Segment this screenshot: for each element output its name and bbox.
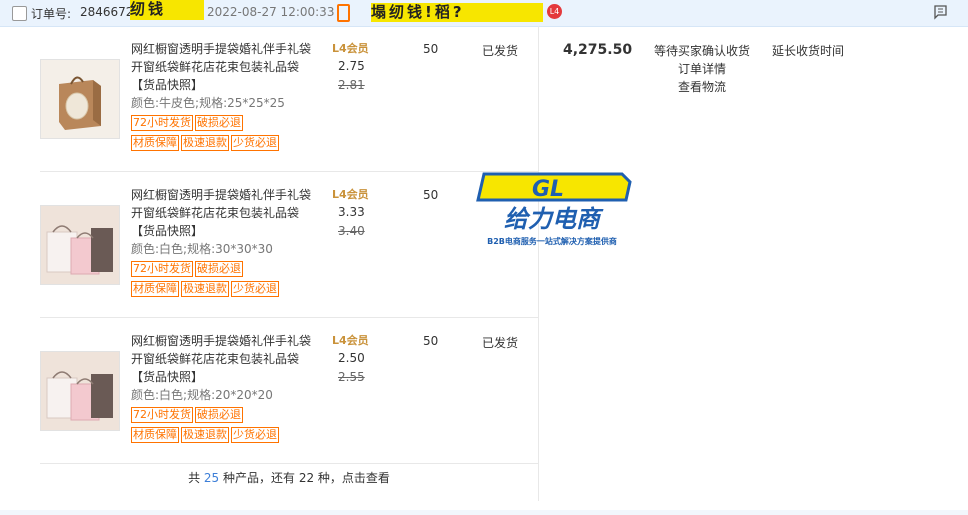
gift-bags-image: [41, 206, 119, 284]
watermark-name: 给力电商: [504, 205, 604, 233]
product-spec: 颜色:白色;规格:30*30*30: [131, 242, 273, 256]
shop-name-masked[interactable]: 塌纫钱!稻?: [371, 3, 543, 22]
service-tags: 72小时发货 破损必退 材质保障 极速退款 少货必退: [131, 115, 331, 155]
order-status-column: 等待买家确认收货 订单详情 查看物流: [650, 42, 754, 96]
product-thumbnail[interactable]: [40, 351, 120, 431]
product-list: 网红橱窗透明手提袋婚礼伴手礼袋开窗纸袋鲜花店花束包装礼品袋 【货品快照】 颜色:…: [0, 26, 539, 501]
quantity: 50: [423, 334, 439, 348]
service-tag: 72小时发货: [131, 261, 193, 277]
watermark-logo: GL 给力电商 B2B电商服务一站式解决方案提供商: [476, 172, 632, 246]
service-tags: 72小时发货 破损必退 材质保障 极速退款 少货必退: [131, 407, 331, 447]
member-level-badge: L4会员: [332, 188, 369, 201]
member-level-badge: L4会员: [332, 334, 369, 347]
summary-prefix: 共: [188, 471, 201, 485]
flag-icon[interactable]: [934, 5, 948, 20]
order-total: 4,275.50: [563, 42, 633, 58]
order-status: 等待买家确认收货: [653, 44, 750, 58]
item-status: 已发货: [482, 336, 519, 350]
service-tag: 极速退款: [181, 135, 229, 151]
product-row: 网红橱窗透明手提袋婚礼伴手礼袋开窗纸袋鲜花店花束包装礼品袋 【货品快照】 颜色:…: [40, 172, 538, 318]
service-tag: 极速退款: [181, 427, 229, 443]
shop-level-badge: L4: [547, 4, 562, 19]
item-status: 已发货: [482, 44, 519, 58]
product-title[interactable]: 网红橱窗透明手提袋婚礼伴手礼袋开窗纸袋鲜花店花束包装礼品袋 【货品快照】: [131, 40, 311, 94]
product-spec: 颜色:牛皮色;规格:25*25*25: [131, 96, 285, 110]
gift-bags-image: [41, 352, 119, 430]
order-number[interactable]: 2846672: [80, 5, 133, 19]
product-row: 网红橱窗透明手提袋婚礼伴手礼袋开窗纸袋鲜花店花束包装礼品袋 【货品快照】 颜色:…: [40, 26, 538, 172]
order-detail-link[interactable]: 订单详情: [650, 60, 754, 78]
select-order-checkbox[interactable]: [12, 6, 27, 21]
product-count: 25: [203, 471, 220, 485]
more-products-link[interactable]: 共 25 种产品，还有 22 种，点击查看: [40, 456, 538, 501]
member-level-badge: L4会员: [332, 42, 369, 55]
service-tag: 材质保障: [131, 427, 179, 443]
unit-price: 2.75: [338, 59, 365, 73]
product-thumbnail[interactable]: [40, 59, 120, 139]
service-tag: 少货必退: [231, 281, 279, 297]
view-logistics-link[interactable]: 查看物流: [650, 78, 754, 96]
original-price: 3.40: [338, 224, 365, 238]
original-price: 2.81: [338, 78, 365, 92]
product-title[interactable]: 网红橱窗透明手提袋婚礼伴手礼袋开窗纸袋鲜花店花束包装礼品袋 【货品快照】: [131, 332, 311, 386]
order-header: 订单号: 2846672 纫钱 2022-08-27 12:00:33 塌纫钱!…: [0, 0, 968, 27]
service-tag: 极速退款: [181, 281, 229, 297]
service-tag: 破损必退: [195, 407, 243, 423]
service-tag: 少货必退: [231, 135, 279, 151]
kraft-box-image: [41, 60, 119, 138]
unit-price: 2.50: [338, 351, 365, 365]
unit-price: 3.33: [338, 205, 365, 219]
watermark-mark: GL: [532, 177, 564, 202]
service-tag: 72小时发货: [131, 115, 193, 131]
quantity: 50: [423, 188, 439, 202]
phone-icon[interactable]: [337, 4, 350, 22]
order-number-label: 订单号:: [31, 7, 72, 21]
product-row: 网红橱窗透明手提袋婚礼伴手礼袋开窗纸袋鲜花店花束包装礼品袋 【货品快照】 颜色:…: [40, 318, 538, 464]
watermark-slogan: B2B电商服务一站式解决方案提供商: [487, 236, 617, 246]
service-tag: 破损必退: [195, 115, 243, 131]
quantity: 50: [423, 42, 439, 56]
product-spec: 颜色:白色;规格:20*20*20: [131, 388, 273, 402]
extend-receipt-link[interactable]: 延长收货时间: [772, 42, 844, 59]
product-thumbnail[interactable]: [40, 205, 120, 285]
service-tags: 72小时发货 破损必退 材质保障 极速退款 少货必退: [131, 261, 331, 301]
order-datetime: 2022-08-27 12:00:33: [207, 5, 335, 19]
service-tag: 少货必退: [231, 427, 279, 443]
seller-name-masked: 纫钱: [130, 0, 204, 20]
service-tag: 材质保障: [131, 281, 179, 297]
original-price: 2.55: [338, 370, 365, 384]
bottom-divider: [0, 510, 968, 515]
service-tag: 72小时发货: [131, 407, 193, 423]
service-tag: 破损必退: [195, 261, 243, 277]
service-tag: 材质保障: [131, 135, 179, 151]
product-title[interactable]: 网红橱窗透明手提袋婚礼伴手礼袋开窗纸袋鲜花店花束包装礼品袋 【货品快照】: [131, 186, 311, 240]
summary-suffix: 种产品，还有 22 种，点击查看: [223, 471, 390, 485]
